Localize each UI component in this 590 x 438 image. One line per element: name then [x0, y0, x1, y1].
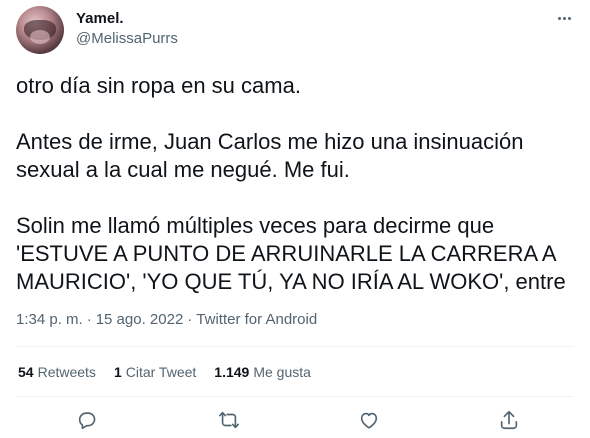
more-dot	[557, 16, 561, 20]
retweets-count: 54	[18, 364, 34, 380]
author-display-name[interactable]: Yamel.	[76, 10, 124, 27]
likes-stat[interactable]: 1.149 Me gusta	[214, 364, 311, 380]
quotes-count: 1	[113, 364, 122, 380]
tweet-source[interactable]: Twitter for Android	[196, 311, 317, 328]
more-dot	[567, 16, 571, 20]
engagement-stats: 54 Retweets 1 Citar Tweet 1.149 Me gusta	[18, 364, 311, 380]
meta-separator: ·	[187, 311, 193, 328]
likes-label: Me gusta	[253, 364, 311, 380]
divider	[16, 396, 574, 397]
reply-icon[interactable]	[76, 409, 100, 433]
tweet-meta: 1:34 p. m. · 15 ago. 2022 · Twitter for Andr…	[16, 311, 317, 328]
heart-icon[interactable]	[358, 409, 382, 433]
action-bar	[0, 404, 590, 438]
tweet-text: otro día sin ropa en su cama. Antes de i…	[16, 73, 566, 294]
more-dots-icon[interactable]	[552, 8, 576, 28]
quotes-stat[interactable]: 1 Citar Tweet	[114, 364, 196, 380]
meta-separator: ·	[86, 311, 92, 328]
retweet-icon[interactable]	[218, 409, 242, 433]
divider	[16, 346, 574, 347]
retweets-stat[interactable]: 54 Retweets	[18, 364, 96, 380]
quotes-label: Citar Tweet	[125, 364, 197, 380]
tweet-time[interactable]: 1:34 p. m.	[16, 311, 83, 328]
author-handle[interactable]: @MelissaPurrs	[76, 30, 178, 47]
retweets-label: Retweets	[37, 364, 96, 380]
more-dot	[562, 16, 566, 20]
tweet-date[interactable]: 15 ago. 2022	[96, 311, 184, 328]
avatar[interactable]	[16, 6, 64, 54]
share-icon[interactable]	[498, 409, 522, 433]
likes-count: 1.149	[214, 364, 250, 380]
